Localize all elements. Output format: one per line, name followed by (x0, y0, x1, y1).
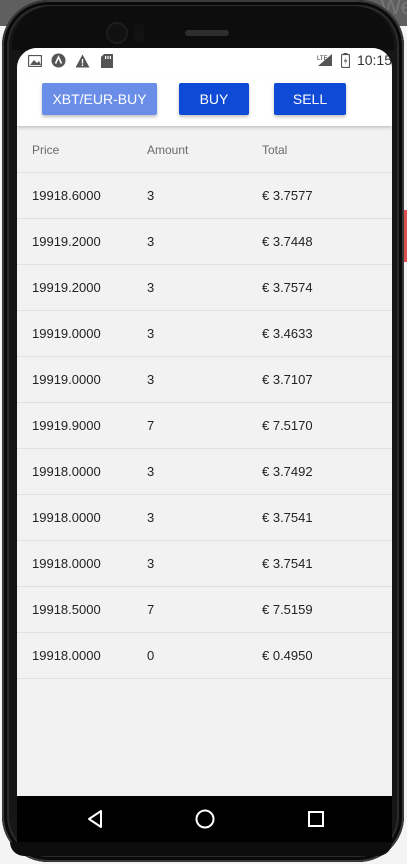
battery-icon (340, 52, 350, 68)
action-header: XBT/EUR-BUY BUY SELL (17, 74, 392, 126)
image-icon (27, 53, 42, 68)
sensor-icon (134, 24, 144, 42)
app-screen: LTE 10:15 XBT/EUR-BUY BUY SELL Price Amo… (17, 48, 392, 796)
price-cell: 19919.0000 (32, 372, 101, 387)
table-row[interactable]: 19918.6000 3 € 3.7577 (17, 173, 392, 219)
status-time: 10:15 (356, 52, 392, 68)
amount-cell: 3 (147, 556, 155, 571)
warning-icon (75, 53, 90, 68)
pair-selector-button[interactable]: XBT/EUR-BUY (42, 83, 157, 115)
total-cell: € 3.7577 (262, 188, 313, 203)
phone-bezel-top (12, 6, 394, 50)
price-cell: 19918.6000 (32, 188, 101, 203)
total-cell: € 3.4633 (262, 326, 313, 341)
table-header: Price Amount Total (17, 126, 392, 173)
table-row[interactable]: 19918.5000 7 € 7.5159 (17, 587, 392, 633)
speaker-grille (185, 30, 229, 36)
recents-icon[interactable] (303, 806, 329, 832)
total-cell: € 3.7541 (262, 510, 313, 525)
amount-cell: 3 (147, 280, 155, 295)
amount-cell: 0 (147, 648, 155, 663)
sell-button[interactable]: SELL (274, 83, 346, 115)
table-row[interactable]: 19918.0000 3 € 3.7492 (17, 449, 392, 495)
buy-button[interactable]: BUY (179, 83, 249, 115)
back-icon[interactable] (82, 806, 108, 832)
amount-cell: 3 (147, 510, 155, 525)
total-cell: € 3.7107 (262, 372, 313, 387)
price-cell: 19918.0000 (32, 464, 101, 479)
column-header-price: Price (32, 143, 60, 157)
price-cell: 19918.0000 (32, 556, 101, 571)
table-row[interactable]: 19919.0000 3 € 3.7107 (17, 357, 392, 403)
table-row[interactable]: 19919.2000 3 € 3.7448 (17, 219, 392, 265)
price-cell: 19918.5000 (32, 602, 101, 617)
column-header-amount: Amount (147, 143, 189, 157)
sd-card-icon (99, 53, 114, 68)
table-row[interactable]: 19918.0000 3 € 3.7541 (17, 541, 392, 587)
total-cell: € 7.5170 (262, 418, 313, 433)
total-cell: € 3.7541 (262, 556, 313, 571)
price-cell: 19919.2000 (32, 234, 101, 249)
signal-icon: LTE (316, 53, 334, 68)
android-nav-bar (17, 796, 392, 842)
price-cell: 19919.2000 (32, 280, 101, 295)
amount-cell: 3 (147, 372, 155, 387)
camera-icon (108, 24, 126, 42)
total-cell: € 3.7492 (262, 464, 313, 479)
total-cell: € 3.7574 (262, 280, 313, 295)
svg-text:LTE: LTE (317, 56, 328, 62)
price-cell: 19918.0000 (32, 510, 101, 525)
price-cell: 19918.0000 (32, 648, 101, 663)
amount-cell: 7 (147, 602, 155, 617)
amount-cell: 7 (147, 418, 155, 433)
price-cell: 19919.9000 (32, 418, 101, 433)
phone-bezel-bottom (10, 842, 392, 856)
order-table: Price Amount Total 19918.6000 3 € 3.7577… (17, 126, 392, 679)
home-icon[interactable] (192, 806, 218, 832)
column-header-total: Total (262, 143, 288, 157)
amount-cell: 3 (147, 188, 155, 203)
table-row[interactable]: 19918.0000 3 € 3.7541 (17, 495, 392, 541)
table-row[interactable]: 19918.0000 0 € 0.4950 (17, 633, 392, 679)
total-cell: € 0.4950 (262, 648, 313, 663)
amount-cell: 3 (147, 234, 155, 249)
table-row[interactable]: 19919.0000 3 € 3.4633 (17, 311, 392, 357)
table-row[interactable]: 19919.9000 7 € 7.5170 (17, 403, 392, 449)
amount-cell: 3 (147, 326, 155, 341)
amount-cell: 3 (147, 464, 155, 479)
status-bar: LTE 10:15 (17, 48, 392, 74)
app-icon (51, 53, 66, 68)
total-cell: € 3.7448 (262, 234, 313, 249)
price-cell: 19919.0000 (32, 326, 101, 341)
table-row[interactable]: 19919.2000 3 € 3.7574 (17, 265, 392, 311)
total-cell: € 7.5159 (262, 602, 313, 617)
